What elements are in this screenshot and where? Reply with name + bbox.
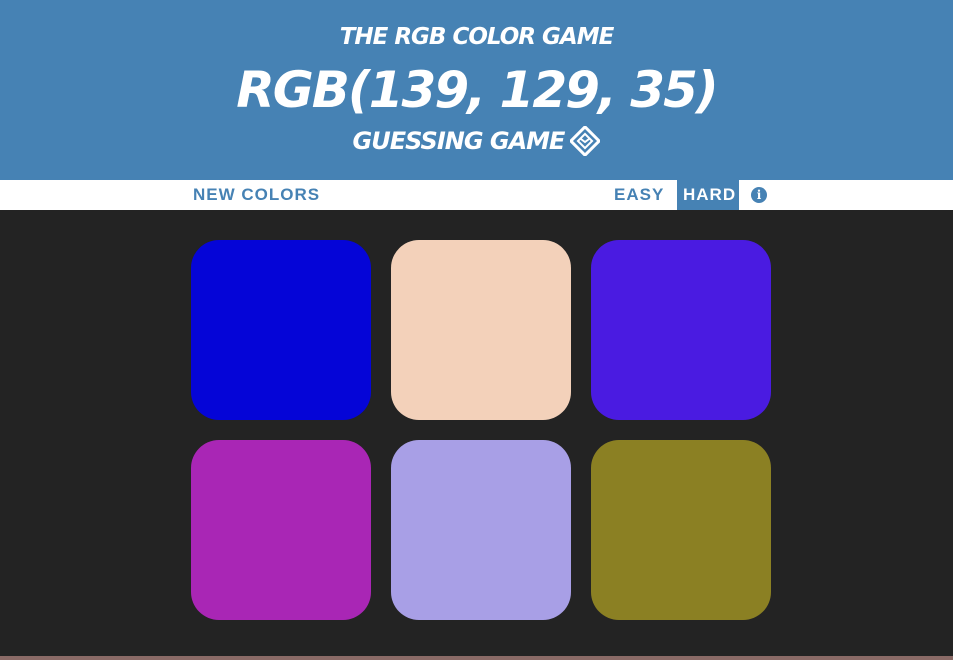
color-square-2[interactable] [391, 240, 571, 420]
color-square-1[interactable] [191, 240, 371, 420]
color-square-4[interactable] [191, 440, 371, 620]
new-colors-button[interactable]: NEW COLORS [185, 180, 328, 210]
target-rgb-display: RGB(139, 129, 35) [236, 61, 718, 119]
bottom-edge [0, 656, 953, 660]
game-header: THE RGB COLOR GAME RGB(139, 129, 35) GUE… [0, 0, 953, 180]
control-stripe: NEW COLORS EASY HARD i [0, 180, 953, 210]
game-subtitle-label: GUESSING GAME [352, 127, 566, 155]
color-square-6[interactable] [591, 440, 771, 620]
dice-icon [569, 124, 602, 158]
color-board [191, 240, 771, 620]
hard-mode-button[interactable]: HARD [677, 180, 739, 210]
color-square-3[interactable] [591, 240, 771, 420]
color-square-5[interactable] [391, 440, 571, 620]
info-icon[interactable]: i [751, 187, 767, 203]
game-subtitle: GUESSING GAME [0, 124, 953, 158]
easy-mode-button[interactable]: EASY [606, 180, 672, 210]
game-title: THE RGB COLOR GAME [339, 24, 615, 50]
